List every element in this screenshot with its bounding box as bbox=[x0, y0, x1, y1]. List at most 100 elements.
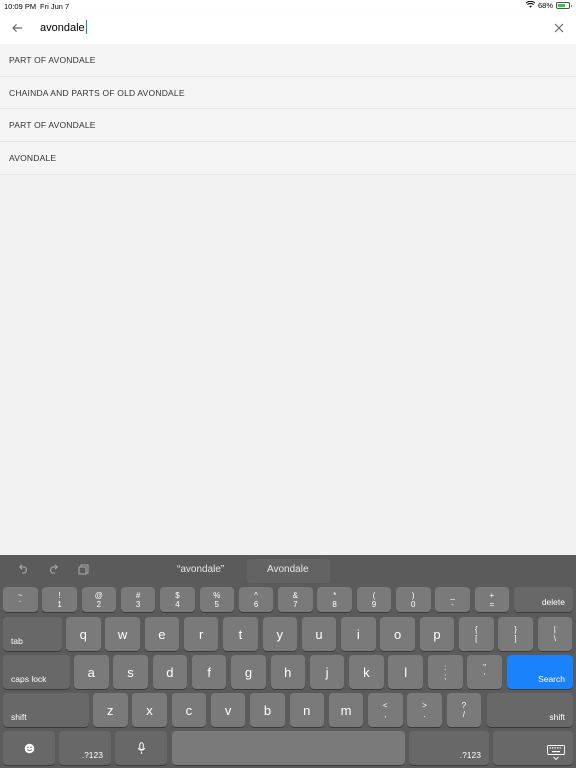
key-symbol-bottom: 4 bbox=[175, 599, 180, 609]
key-symbol-1[interactable]: }] bbox=[498, 617, 533, 651]
key-x[interactable]: x bbox=[132, 693, 167, 727]
key-symbol-top: & bbox=[292, 590, 299, 600]
key-l[interactable]: l bbox=[388, 655, 423, 689]
undo-icon[interactable] bbox=[16, 564, 30, 576]
caps-lock-key[interactable]: caps lock bbox=[3, 655, 70, 689]
key-i[interactable]: i bbox=[341, 617, 376, 651]
tab-key[interactable]: tab bbox=[3, 617, 62, 651]
key-symbol-bottom: = bbox=[489, 599, 495, 609]
list-item[interactable]: CHAINDA AND PARTS OF OLD AVONDALE bbox=[0, 77, 576, 110]
key-symbol-2[interactable]: | \ bbox=[537, 617, 573, 651]
key-symbol-bottom: - bbox=[451, 599, 454, 609]
key-number-9[interactable]: (9 bbox=[356, 587, 392, 612]
key-e[interactable]: e bbox=[144, 617, 180, 651]
key-sym-2[interactable]: ? / bbox=[446, 693, 482, 727]
status-date: Fri Jun 7 bbox=[40, 2, 70, 11]
key-symbol-top: > bbox=[422, 701, 427, 710]
key-g[interactable]: g bbox=[231, 655, 266, 689]
key-number-6[interactable]: ^ 6 bbox=[238, 587, 274, 612]
clear-button[interactable] bbox=[550, 19, 568, 37]
key-k[interactable]: k bbox=[349, 655, 384, 689]
suggestion-avondale[interactable]: Avondale bbox=[267, 564, 309, 575]
results-list: PART OF AVONDALE CHAINDA AND PARTS OF OLD… bbox=[0, 44, 576, 175]
key-c[interactable]: c bbox=[171, 693, 207, 727]
microphone-key[interactable] bbox=[115, 731, 167, 765]
key-b[interactable]: b bbox=[250, 693, 285, 727]
key-symbol-top: ? bbox=[461, 701, 467, 710]
wifi-icon bbox=[525, 0, 536, 10]
key-sym-1[interactable]: >. bbox=[407, 693, 442, 727]
key-h[interactable]: h bbox=[270, 655, 305, 689]
key-a[interactable]: a bbox=[74, 655, 109, 689]
key-f[interactable]: f bbox=[191, 655, 227, 689]
key-j[interactable]: j bbox=[309, 655, 345, 689]
key-z[interactable]: z bbox=[93, 693, 128, 727]
key-punct-1[interactable]: " ' bbox=[467, 655, 502, 689]
key-symbol-bottom: ` bbox=[18, 599, 22, 609]
keyboard: “avondale” Avondale ~ `! 1 @2 #3 $4% 5 ^ 6 & 7 * 8(9… bbox=[0, 555, 576, 768]
key-symbol-bottom: 3 bbox=[135, 599, 141, 609]
key-symbol-top: : bbox=[444, 663, 447, 672]
key-number-1[interactable]: ! 1 bbox=[42, 587, 77, 612]
key-punct-0[interactable]: :; bbox=[428, 655, 463, 689]
key-v[interactable]: v bbox=[210, 693, 246, 727]
battery-fill bbox=[558, 4, 565, 7]
keyboard-dismiss-icon bbox=[547, 745, 565, 761]
space-key[interactable] bbox=[172, 731, 405, 765]
key-r[interactable]: r bbox=[183, 617, 219, 651]
key-m[interactable]: m bbox=[328, 693, 364, 727]
numbers-key-right[interactable]: .?123 bbox=[409, 731, 489, 765]
key-n[interactable]: n bbox=[289, 693, 324, 727]
numbers-key-left[interactable]: .?123 bbox=[59, 731, 111, 765]
key-symbol-top: ~ bbox=[17, 590, 23, 600]
suggestion-quoted[interactable]: “avondale” bbox=[177, 564, 224, 575]
key-number-3[interactable]: #3 bbox=[120, 587, 156, 612]
key-symbol-bottom: 6 bbox=[253, 599, 259, 609]
key-symbol-top: ( bbox=[372, 590, 376, 600]
search-input[interactable] bbox=[40, 19, 520, 37]
key-o[interactable]: o bbox=[380, 617, 415, 651]
key-number-2[interactable]: @2 bbox=[81, 587, 117, 612]
key-s[interactable]: s bbox=[113, 655, 148, 689]
key-number-=[interactable]: + = bbox=[474, 587, 510, 612]
key-t[interactable]: t bbox=[223, 617, 258, 651]
list-item[interactable]: AVONDALE bbox=[0, 142, 576, 175]
key-symbol-top: + bbox=[489, 590, 495, 600]
key-p[interactable]: p bbox=[419, 617, 455, 651]
key-w[interactable]: w bbox=[105, 617, 140, 651]
emoji-key[interactable] bbox=[3, 731, 55, 765]
key-symbol-bottom: ' bbox=[483, 672, 486, 681]
paste-icon[interactable] bbox=[76, 564, 90, 576]
key-q[interactable]: q bbox=[66, 617, 101, 651]
redo-icon[interactable] bbox=[46, 564, 60, 576]
list-item[interactable]: PART OF AVONDALE bbox=[0, 109, 576, 143]
delete-key[interactable]: delete bbox=[514, 587, 573, 612]
key-symbol-bottom: . bbox=[423, 710, 426, 719]
shift-left-key[interactable]: shift bbox=[3, 693, 89, 727]
key-number--[interactable]: _ - bbox=[435, 587, 470, 612]
key-number-7[interactable]: & 7 bbox=[278, 587, 313, 612]
key-symbol-bottom: 0 bbox=[411, 599, 416, 609]
key-symbol-top: @ bbox=[94, 590, 103, 600]
key-number-4[interactable]: $4 bbox=[160, 587, 195, 612]
search-key[interactable]: Search bbox=[507, 655, 573, 689]
back-button[interactable] bbox=[8, 19, 26, 37]
key-sym-0[interactable]: <, bbox=[368, 693, 403, 727]
key-d[interactable]: d bbox=[152, 655, 188, 689]
key-number-0[interactable]: ) 0 bbox=[396, 587, 431, 612]
key-symbol-bottom: / bbox=[462, 710, 465, 719]
key-u[interactable]: u bbox=[301, 617, 337, 651]
microphone-icon bbox=[137, 741, 145, 754]
keyboard-dismiss-key[interactable] bbox=[493, 731, 573, 765]
key-number-5[interactable]: % 5 bbox=[199, 587, 234, 612]
key-y[interactable]: y bbox=[262, 617, 297, 651]
status-right: 68% bbox=[525, 0, 572, 10]
list-item[interactable]: PART OF AVONDALE bbox=[0, 44, 576, 77]
key-number-8[interactable]: * 8 bbox=[317, 587, 352, 612]
key-symbol-0[interactable]: {[ bbox=[459, 617, 494, 651]
key-symbol-top: _ bbox=[450, 590, 455, 600]
key-number-`[interactable]: ~ ` bbox=[3, 587, 38, 612]
key-symbol-top: # bbox=[135, 590, 141, 600]
shift-right-key[interactable]: shift bbox=[487, 693, 573, 727]
key-symbol-top: } bbox=[514, 625, 517, 634]
